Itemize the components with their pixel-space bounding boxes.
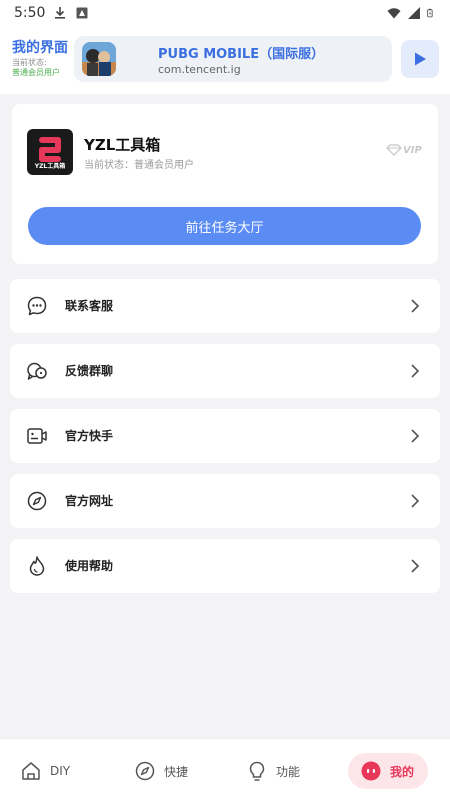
chevron-right-icon [411, 494, 420, 508]
vip-label: VIP [403, 144, 422, 156]
task-hall-button[interactable]: 前往任务大厅 [28, 207, 421, 245]
menu-label: 官方快手 [65, 429, 114, 443]
chevron-right-icon [411, 559, 420, 573]
nav-tab-mine[interactable]: 我的 [348, 753, 429, 789]
chat-bubble-icon [27, 296, 47, 316]
vip-badge: VIP [386, 144, 422, 156]
app-package: com.tencent.ig [158, 63, 241, 76]
chevron-right-icon [411, 429, 420, 443]
status-time: 5:50 [14, 5, 46, 21]
nav-label: 功能 [276, 764, 301, 779]
chevron-right-icon [411, 364, 420, 378]
profile-name: YZL工具箱 [84, 136, 161, 154]
nav-tab-functions[interactable]: 功能 [246, 753, 300, 789]
menu-item-official-kuaishou[interactable]: 官方快手 [10, 409, 440, 463]
battery-icon [427, 8, 433, 18]
bulb-icon [249, 761, 265, 781]
chevron-right-icon [411, 299, 420, 313]
menu-label: 官方网址 [65, 494, 114, 508]
selected-app-card[interactable]: PUBG MOBILE（国际服） com.tencent.ig [74, 36, 392, 82]
launch-button[interactable] [401, 40, 439, 78]
nav-tab-diy[interactable]: DIY [20, 753, 70, 789]
play-icon [415, 52, 426, 66]
app-logo: YZL工具箱 [27, 129, 73, 175]
nav-label: 我的 [390, 764, 415, 779]
app-name: PUBG MOBILE（国际服） [158, 47, 325, 62]
compass-icon [27, 491, 47, 511]
menu-label: 使用帮助 [65, 559, 114, 573]
menu-label: 反馈群聊 [65, 364, 114, 378]
header: 我的界面 当前状态: 普通会员用户 PUBG MOBILE（国际服） com.t… [0, 26, 450, 94]
nav-label: DIY [50, 764, 71, 778]
header-info: 我的界面 当前状态: 普通会员用户 [12, 40, 76, 78]
nav-label: 快捷 [164, 764, 189, 779]
header-status-label: 当前状态: [12, 58, 47, 67]
menu-item-official-website[interactable]: 官方网址 [10, 474, 440, 528]
wifi-icon [387, 8, 401, 19]
logo-text: YZL工具箱 [34, 163, 66, 170]
menu-item-usage-help[interactable]: 使用帮助 [10, 539, 440, 593]
page-title: 我的界面 [12, 40, 68, 56]
menu-item-contact-support[interactable]: 联系客服 [10, 279, 440, 333]
download-icon [55, 7, 66, 19]
home-icon [22, 762, 40, 780]
menu-label: 联系客服 [65, 299, 114, 313]
profile-card: YZL工具箱 YZL工具箱 当前状态：普通会员用户 VIP 前往任务大厅 [12, 104, 438, 264]
profile-status: 当前状态：普通会员用户 [84, 160, 194, 171]
notification-icon [76, 7, 88, 19]
group-chat-icon [27, 362, 47, 380]
profile-face-icon [361, 761, 381, 781]
status-bar: 5:50 [0, 0, 450, 26]
header-status-value: 普通会员用户 [12, 68, 60, 77]
app-icon [82, 42, 116, 76]
menu-item-feedback-group[interactable]: 反馈群聊 [10, 344, 440, 398]
help-drop-icon [29, 556, 45, 576]
bottom-navigation: DIY 快捷 功能 我的 [0, 738, 450, 800]
compass-icon [135, 761, 155, 781]
video-camera-icon [27, 428, 47, 444]
diamond-icon [386, 144, 402, 156]
nav-tab-shortcuts[interactable]: 快捷 [134, 753, 188, 789]
signal-icon [408, 7, 420, 19]
